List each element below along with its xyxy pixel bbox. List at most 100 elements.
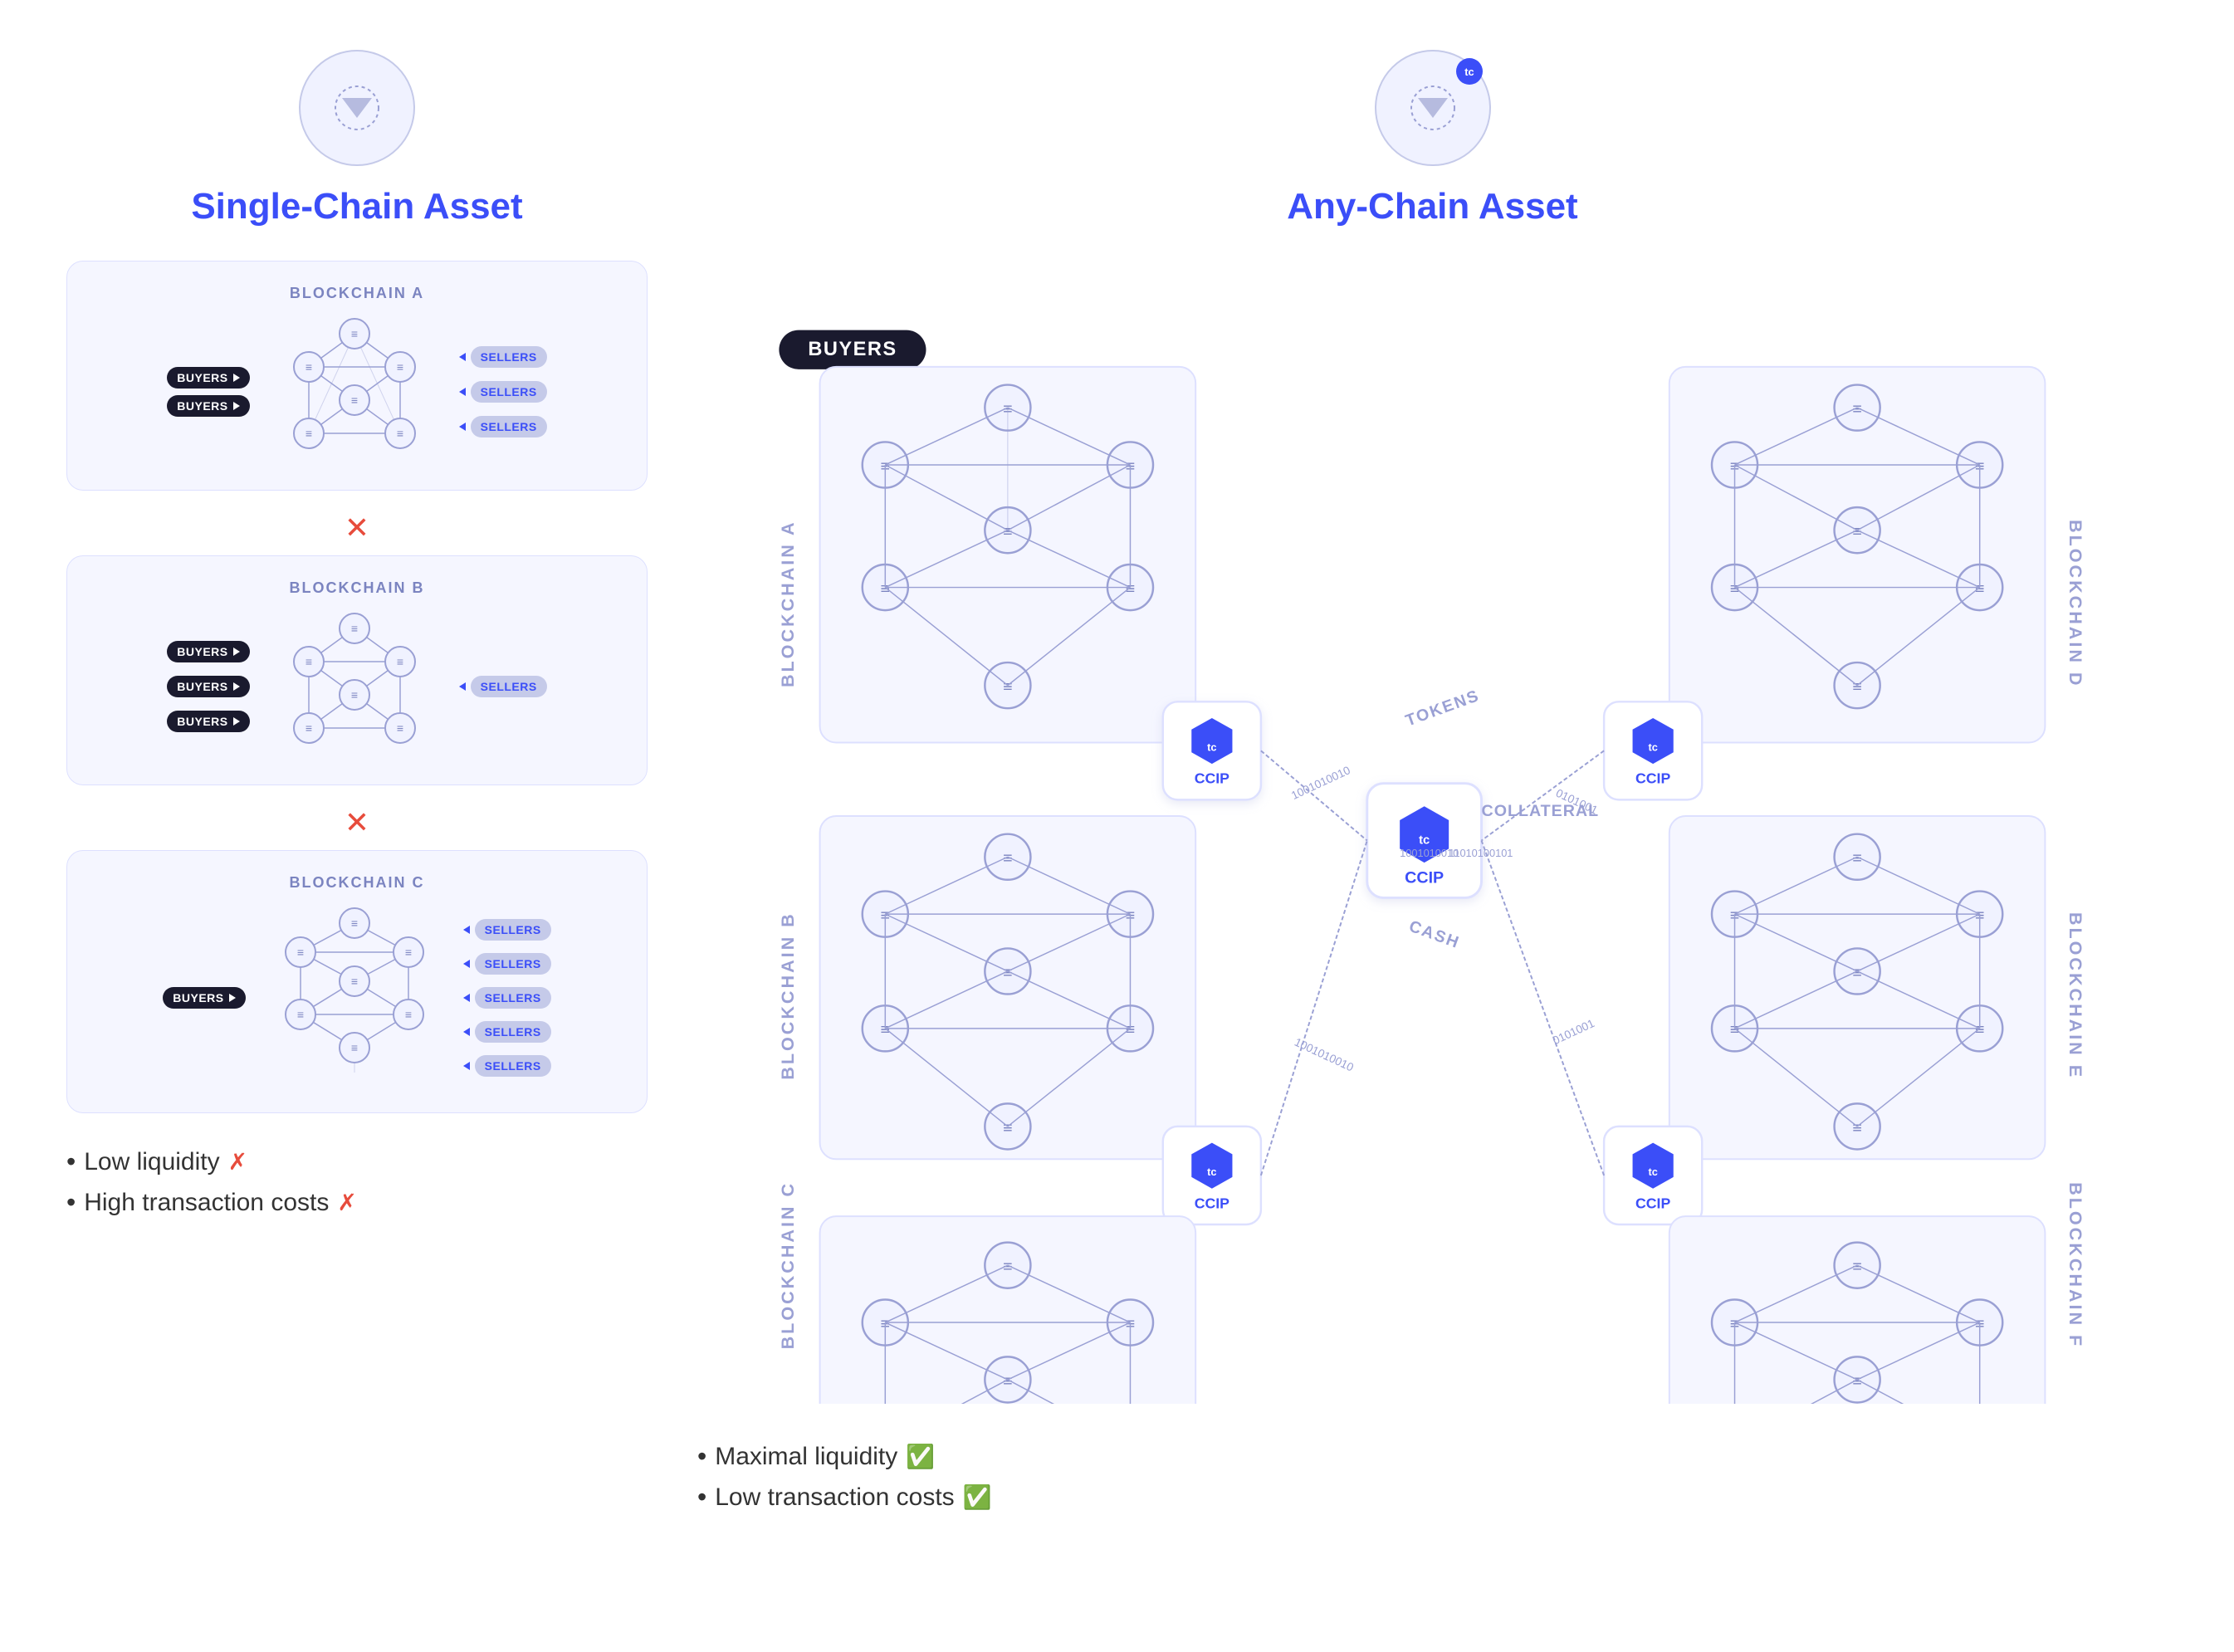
ccip-badge-top: tc [1456,58,1483,85]
arrow-left-c4 [463,1028,470,1036]
svg-text:BLOCKCHAIN B: BLOCKCHAIN B [777,912,798,1079]
buyer-tag-b3: BUYERS [167,711,249,732]
svg-text:≡: ≡ [397,427,403,440]
left-bottom-notes: • Low liquidity ✗ • High transaction cos… [66,1146,648,1228]
svg-text:CCIP: CCIP [1635,770,1670,787]
x-mark-1: ✕ [66,511,648,545]
svg-text:≡: ≡ [351,622,358,635]
blockchain-a-box: BLOCKCHAIN A BUYERS BUYERS [66,261,648,491]
network-svg-c: ≡ ≡ ≡ ≡ ≡ ≡ ≡ [259,907,450,1089]
cross-icon-2: ✗ [337,1189,356,1216]
left-title: Single-Chain Asset [191,186,522,227]
svg-text:≡: ≡ [405,1008,412,1021]
svg-text:CCIP: CCIP [1635,1195,1670,1211]
seller-row-a3: SELLERS [459,416,547,437]
buyer-tag-c1: BUYERS [163,987,245,1009]
arrow-left-a1 [459,353,466,361]
svg-text:tc: tc [1207,1166,1216,1178]
arrow-left-c1 [463,926,470,934]
svg-text:BLOCKCHAIN F: BLOCKCHAIN F [2065,1182,2086,1348]
svg-text:≡: ≡ [1003,1119,1012,1137]
arrow-left-a3 [459,423,466,431]
right-bottom-notes: • Maximal liquidity ✅ • Low transaction … [697,1441,2168,1522]
seller-tag-c1: SELLERS [475,919,551,941]
arrow-left-c3 [463,994,470,1002]
svg-text:≡: ≡ [351,688,358,701]
svg-text:≡: ≡ [351,393,358,407]
any-chain-svg: BLOCKCHAIN A BLOCKCHAIN B BLOCKCHAIN C B… [697,261,2168,1404]
seller-tag-c5: SELLERS [475,1055,551,1077]
network-svg-a: ≡ ≡ ≡ ≡ ≡ ≡ [263,317,446,467]
svg-text:tc: tc [1207,740,1216,753]
svg-text:BLOCKCHAIN C: BLOCKCHAIN C [777,1181,798,1349]
svg-text:≡: ≡ [1852,677,1861,696]
blockchain-b-diagram: BUYERS BUYERS BUYERS [92,612,622,761]
arrow-right-b2 [233,682,240,691]
svg-text:≡: ≡ [351,975,358,988]
arrow-right-b3 [233,717,240,726]
seller-row-c4: SELLERS [463,1021,551,1043]
buyers-col-c: BUYERS [163,987,245,1009]
svg-text:BLOCKCHAIN A: BLOCKCHAIN A [777,520,798,687]
buyers-col-a: BUYERS BUYERS [167,367,249,417]
sellers-col-c: SELLERS SELLERS SELLERS SELLERS [463,919,551,1077]
right-title: Any-Chain Asset [1287,186,1577,227]
seller-row-b1: SELLERS [459,676,547,697]
left-side: Single-Chain Asset BLOCKCHAIN A BUYERS B… [66,50,648,1228]
seller-tag-b1: SELLERS [471,676,547,697]
any-chain-icon: tc [1375,50,1491,166]
check-icon-1: ✅ [906,1443,935,1470]
blockchain-a-label: BLOCKCHAIN A [92,285,622,302]
seller-row-c2: SELLERS [463,953,551,975]
svg-text:≡: ≡ [306,360,312,374]
svg-text:≡: ≡ [351,327,358,340]
svg-text:CASH: CASH [1406,917,1462,952]
seller-tag-a3: SELLERS [471,416,547,437]
seller-tag-c2: SELLERS [475,953,551,975]
seller-row-c3: SELLERS [463,987,551,1009]
svg-text:≡: ≡ [297,1008,304,1021]
cross-icon-1: ✗ [228,1148,247,1175]
x-mark-2: ✕ [66,805,648,840]
arrow-left-c2 [463,960,470,968]
svg-text:tc: tc [1464,66,1474,78]
svg-text:0101001: 0101001 [1551,1017,1596,1047]
svg-text:TOKENS: TOKENS [1403,687,1482,731]
svg-text:≡: ≡ [1852,1119,1861,1137]
main-container: Single-Chain Asset BLOCKCHAIN A BUYERS B… [66,50,2168,1522]
svg-text:1001010010: 1001010010 [1293,1036,1356,1074]
svg-text:≡: ≡ [306,655,312,668]
svg-text:≡: ≡ [306,427,312,440]
buyer-tag-a2: BUYERS [167,395,249,417]
svg-text:≡: ≡ [397,360,403,374]
svg-text:CCIP: CCIP [1195,770,1229,787]
arrow-right-a1 [233,374,240,382]
svg-text:≡: ≡ [351,916,358,930]
svg-text:BLOCKCHAIN E: BLOCKCHAIN E [2065,912,2086,1079]
seller-row-a1: SELLERS [459,346,547,368]
arrow-right-a2 [233,402,240,410]
svg-text:11010100101: 11010100101 [1449,847,1513,859]
seller-tag-a2: SELLERS [471,381,547,403]
svg-text:≡: ≡ [405,946,412,959]
blockchain-c-box: BLOCKCHAIN C BUYERS [66,850,648,1113]
note-max-liquidity: • Maximal liquidity ✅ [697,1441,2168,1472]
note-low-cost: • Low transaction costs ✅ [697,1482,2168,1513]
blockchain-c-label: BLOCKCHAIN C [92,874,622,892]
note-low-liquidity: • Low liquidity ✗ [66,1146,648,1177]
seller-row-c1: SELLERS [463,919,551,941]
sellers-col-a: SELLERS SELLERS SELLERS [459,346,547,437]
seller-row-a2: SELLERS [459,381,547,403]
seller-tag-c4: SELLERS [475,1021,551,1043]
svg-text:≡: ≡ [397,721,403,735]
arrow-right-b1 [233,648,240,656]
blockchain-boxes-left: BLOCKCHAIN A BUYERS BUYERS [66,261,648,1113]
svg-text:BLOCKCHAIN D: BLOCKCHAIN D [2065,520,2086,687]
svg-text:tc: tc [1648,740,1657,753]
svg-text:≡: ≡ [351,1041,358,1054]
arrow-left-c5 [463,1062,470,1070]
single-chain-icon [299,50,415,166]
seller-tag-c3: SELLERS [475,987,551,1009]
any-chain-diagram: BLOCKCHAIN A BLOCKCHAIN B BLOCKCHAIN C B… [697,261,2168,1408]
buyer-tag-b1: BUYERS [167,641,249,662]
